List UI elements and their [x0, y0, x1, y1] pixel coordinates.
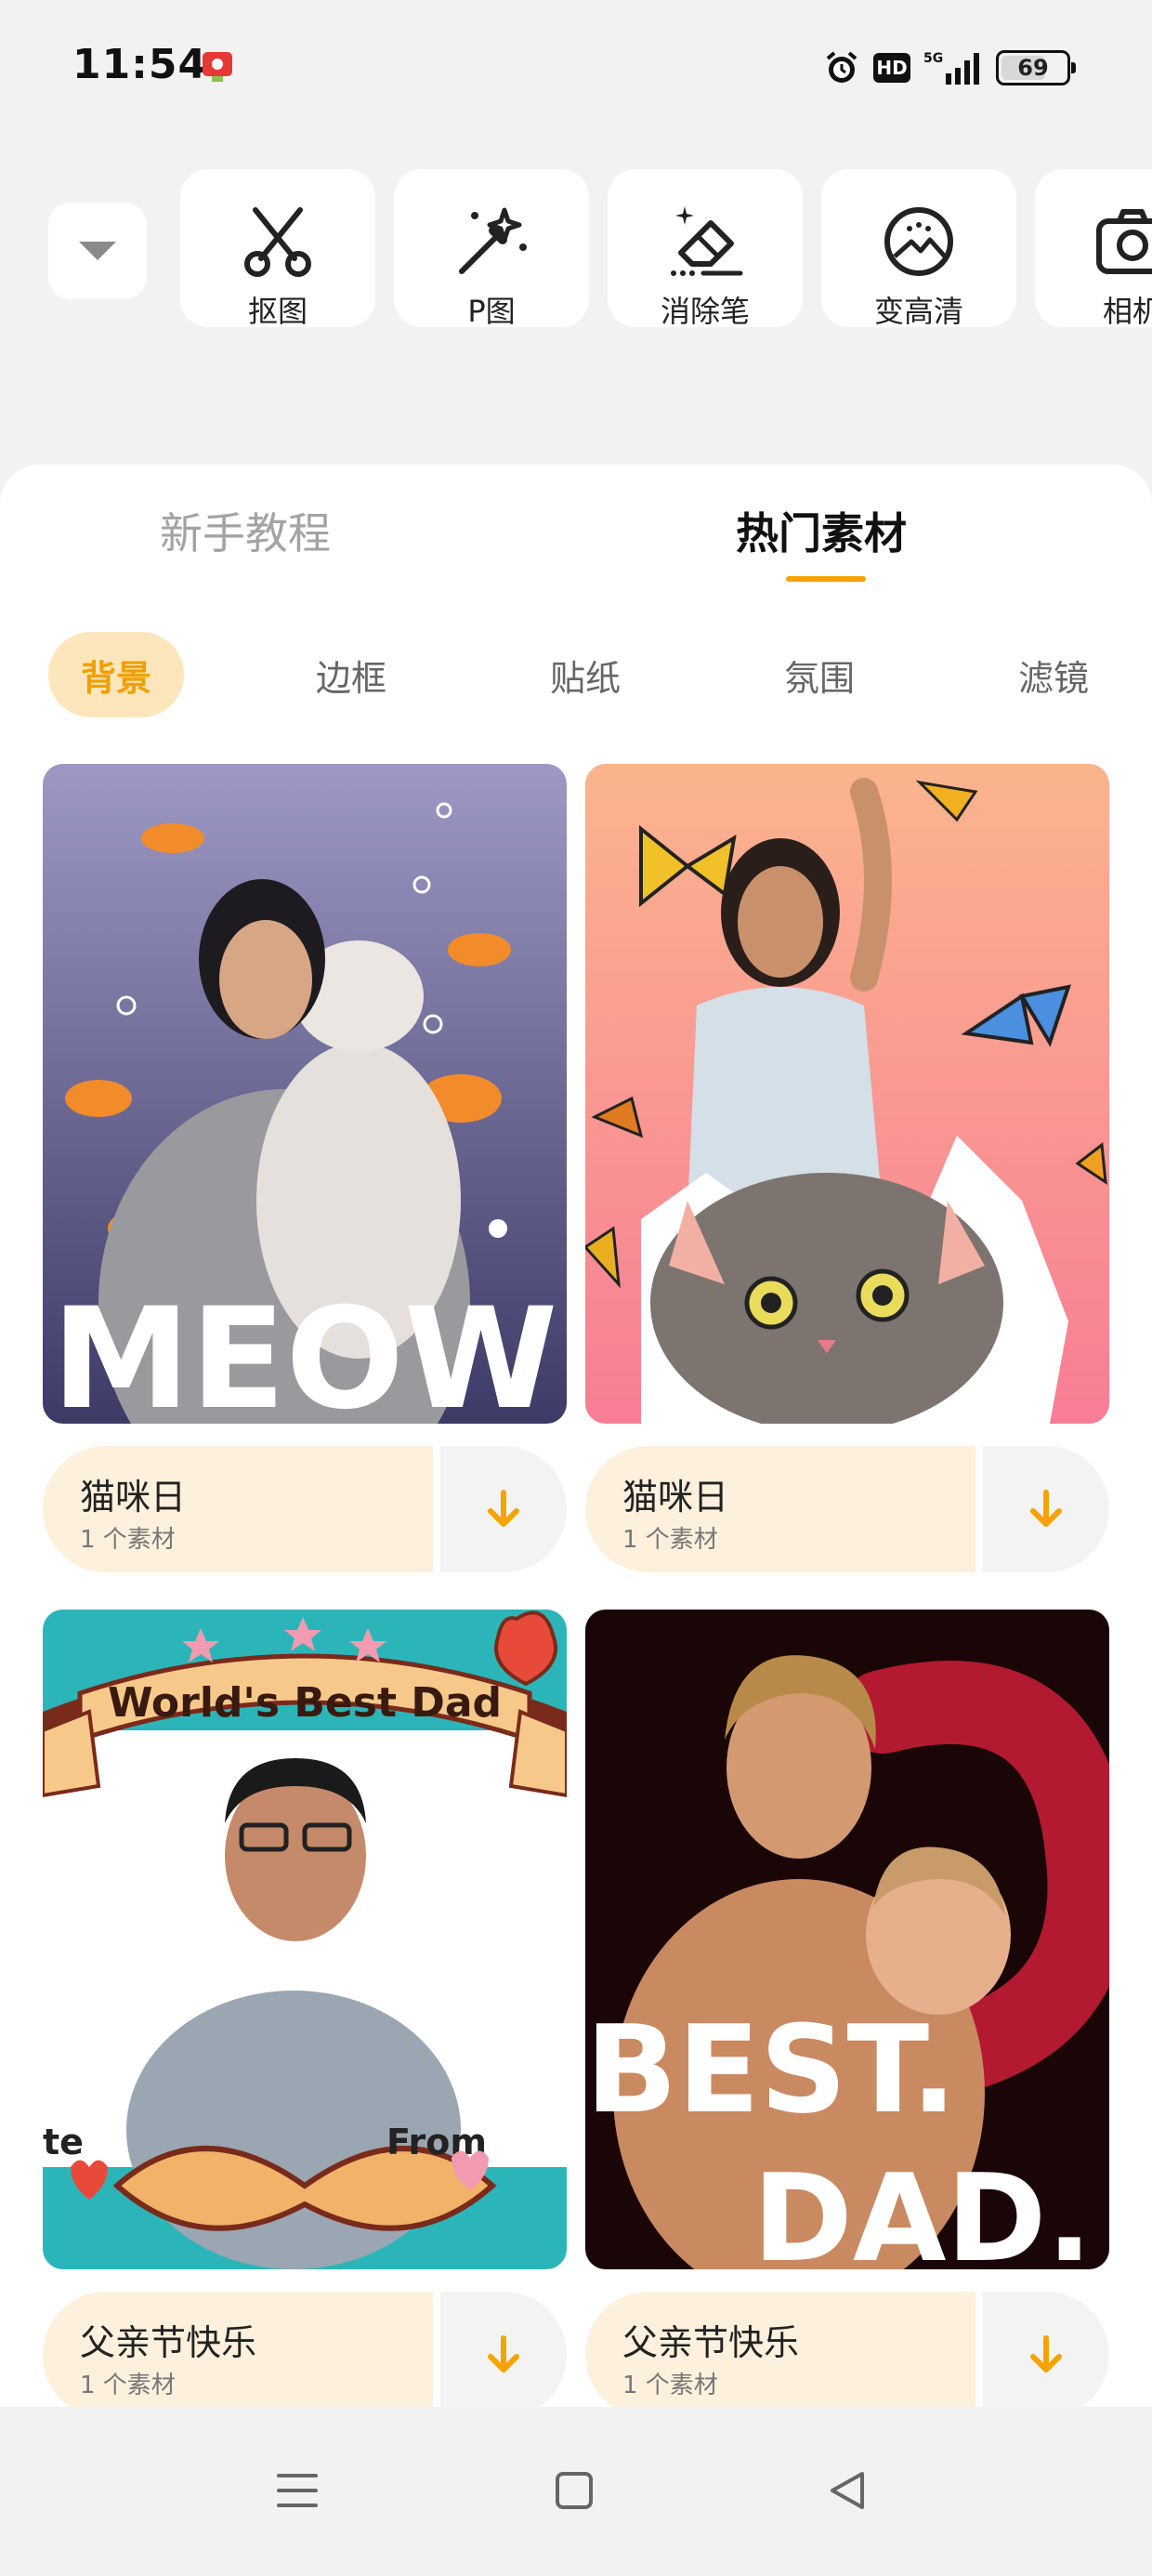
- app-notification-icon: [203, 52, 232, 82]
- download-button[interactable]: [440, 1446, 567, 1572]
- material-info: 父亲节快乐 1 个素材: [585, 2292, 1109, 2416]
- tool-cutout[interactable]: 抠图: [180, 169, 375, 329]
- cat-day-meow-image: MEOW: [43, 764, 567, 1424]
- material-info: 父亲节快乐 1 个素材: [43, 2292, 567, 2416]
- battery-indicator: 69: [996, 50, 1076, 85]
- category-sticker[interactable]: 贴纸: [522, 632, 648, 717]
- alarm-icon: [826, 51, 857, 83]
- material-info-pill[interactable]: 猫咪日 1 个素材: [43, 1446, 433, 1572]
- download-arrow-icon: [488, 2335, 519, 2372]
- hd-badge: HD: [873, 53, 910, 83]
- material-thumbnail[interactable]: BEST. DAD.: [585, 1610, 1109, 2269]
- app-screen: 11:54 HD 5G 69 抠图 P图 消除笔 变高清 相机 新手教程 热门素…: [0, 0, 1152, 2576]
- battery-text: 69: [1017, 55, 1049, 81]
- camera-icon: [1096, 209, 1152, 274]
- nav-menu-button[interactable]: [260, 2453, 334, 2528]
- download-arrow-icon: [488, 1490, 519, 1527]
- meow-text: MEOW: [52, 1279, 558, 1424]
- cat-day-butterfly-image: [585, 764, 1109, 1424]
- download-button[interactable]: [983, 2292, 1109, 2416]
- status-bar: 11:54 HD 5G 69: [0, 0, 1152, 130]
- tool-camera[interactable]: 相机: [1035, 169, 1152, 329]
- material-thumbnail[interactable]: MEOW: [43, 764, 567, 1424]
- worlds-best-dad-text: World's Best Dad: [108, 1679, 502, 1727]
- material-title: 父亲节快乐: [80, 2322, 257, 2363]
- material-count: 1 个素材: [80, 1526, 176, 1554]
- material-count: 1 个素材: [622, 1526, 718, 1554]
- nav-back-button[interactable]: [810, 2453, 884, 2528]
- dad-text: DAD.: [753, 2148, 1093, 2269]
- content-panel: 新手教程 热门素材 背景 边框 贴纸 氛围 滤镜 MEOW 猫咪日 1 个素材 …: [0, 465, 1152, 2416]
- tools-row: 抠图 P图 消除笔 变高清 相机: [0, 169, 1152, 329]
- main-tabs: 新手教程 热门素材: [0, 465, 1152, 595]
- network-type-text: 5G: [923, 51, 943, 66]
- best-text: BEST.: [585, 1999, 957, 2140]
- te-text: te: [43, 2122, 84, 2162]
- tool-eraser[interactable]: 消除笔: [608, 169, 803, 329]
- tool-label: 消除笔: [660, 294, 750, 329]
- material-title: 猫咪日: [80, 1477, 187, 1518]
- material-info-pill[interactable]: 猫咪日 1 个素材: [585, 1446, 975, 1572]
- category-background[interactable]: 背景: [48, 632, 184, 717]
- tool-enhance[interactable]: 变高清: [821, 169, 1016, 329]
- enhance-icon: [884, 207, 953, 276]
- tab-hot-materials[interactable]: 热门素材: [736, 500, 907, 561]
- material-info-pill[interactable]: 父亲节快乐 1 个素材: [43, 2292, 433, 2416]
- home-square-icon: [556, 2472, 593, 2509]
- category-chips: 背景 边框 贴纸 氛围 滤镜: [0, 632, 1152, 721]
- material-count: 1 个素材: [622, 2372, 718, 2399]
- download-arrow-icon: [1030, 1490, 1062, 1527]
- eraser-icon: [671, 206, 743, 276]
- signal-5g-icon: 5G: [923, 51, 979, 85]
- material-title: 猫咪日: [622, 1477, 729, 1518]
- download-button[interactable]: [983, 1446, 1109, 1572]
- back-triangle-icon: [831, 2472, 864, 2509]
- tool-label: 抠图: [247, 294, 308, 329]
- download-arrow-icon: [1030, 2335, 1062, 2372]
- material-count: 1 个素材: [80, 2372, 176, 2399]
- status-time: 11:54: [72, 41, 208, 88]
- category-frame[interactable]: 边框: [288, 632, 414, 717]
- tool-photo-edit[interactable]: P图: [394, 169, 589, 329]
- magic-wand-icon: [459, 207, 527, 274]
- download-button[interactable]: [440, 2292, 567, 2416]
- category-atmosphere[interactable]: 氛围: [756, 632, 883, 717]
- menu-icon: [277, 2474, 318, 2507]
- material-info-pill[interactable]: 父亲节快乐 1 个素材: [585, 2292, 975, 2416]
- nav-home-button[interactable]: [537, 2453, 611, 2528]
- tool-label: 相机: [1102, 294, 1152, 329]
- material-thumbnail[interactable]: [585, 764, 1109, 1424]
- system-nav-bar: [0, 2407, 1152, 2576]
- scissors-icon: [244, 207, 311, 277]
- material-info: 猫咪日 1 个素材: [43, 1446, 567, 1572]
- material-thumbnail[interactable]: World's Best Dad te From: [43, 1610, 567, 2269]
- expand-tools-button[interactable]: [48, 203, 147, 299]
- material-title: 父亲节快乐: [622, 2322, 800, 2363]
- chevron-down-icon: [79, 242, 116, 260]
- category-filter[interactable]: 滤镜: [990, 632, 1117, 717]
- tool-label: P图: [467, 294, 516, 329]
- tool-label: 变高清: [873, 294, 963, 329]
- status-indicators: HD 5G 69: [823, 46, 1076, 89]
- tab-active-indicator: [786, 576, 866, 582]
- fathers-day-banner-image: World's Best Dad te From: [43, 1610, 567, 2269]
- material-info: 猫咪日 1 个素材: [585, 1446, 1109, 1572]
- fathers-day-best-dad-image: BEST. DAD.: [585, 1610, 1109, 2269]
- tab-tutorials[interactable]: 新手教程: [160, 500, 331, 561]
